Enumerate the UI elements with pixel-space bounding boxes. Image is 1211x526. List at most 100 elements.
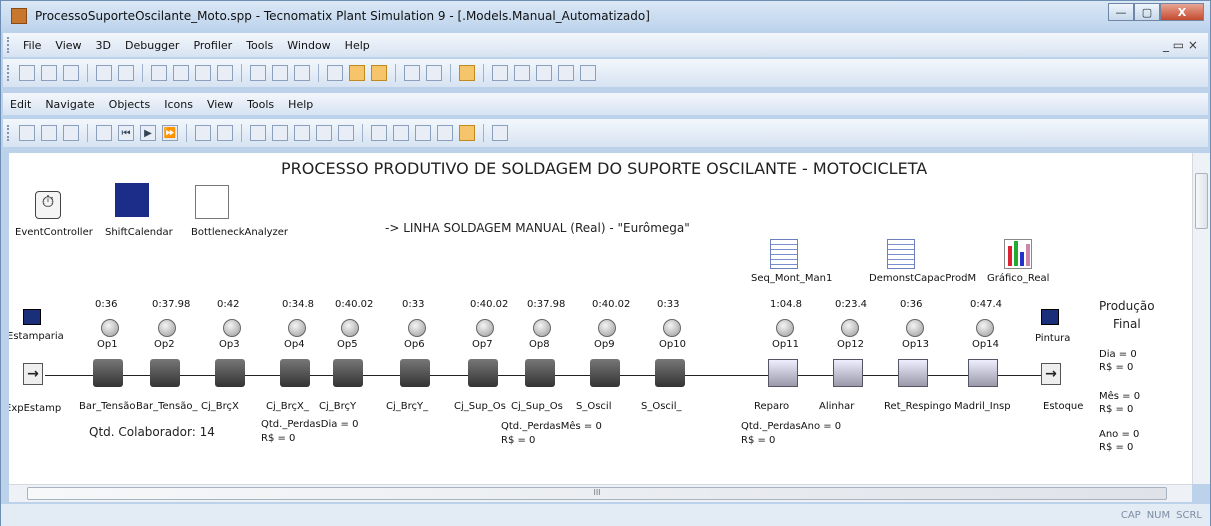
minimize-button[interactable]: — — [1108, 3, 1134, 21]
mdi-controls[interactable]: _ ▭ × — [1163, 38, 1198, 52]
chart-icon[interactable] — [580, 65, 596, 81]
close-button[interactable]: X — [1160, 3, 1204, 21]
play-icon[interactable]: ▶ — [140, 125, 156, 141]
seq-mont-table-icon[interactable] — [770, 239, 798, 269]
operator-icon[interactable] — [288, 319, 306, 337]
menu-icons[interactable]: Icons — [157, 98, 200, 111]
welding-station-icon[interactable] — [150, 359, 180, 387]
pintura-icon[interactable] — [1041, 309, 1059, 325]
operator-icon[interactable] — [906, 319, 924, 337]
menu-file[interactable]: File — [16, 39, 48, 52]
welding-station-icon[interactable] — [655, 359, 685, 387]
table-icon[interactable] — [558, 65, 574, 81]
welding-station-icon[interactable] — [400, 359, 430, 387]
help2-icon[interactable] — [492, 125, 508, 141]
open-icon[interactable] — [41, 65, 57, 81]
welding-station-icon[interactable] — [280, 359, 310, 387]
hand-icon[interactable] — [514, 65, 530, 81]
menu-help2[interactable]: Help — [281, 98, 320, 111]
tools-icon[interactable] — [536, 65, 552, 81]
path-icon[interactable] — [393, 125, 409, 141]
welding-station-icon[interactable] — [468, 359, 498, 387]
connect-mode-icon[interactable] — [459, 125, 475, 141]
vertical-scrollbar[interactable] — [1192, 153, 1210, 484]
snap-icon[interactable] — [294, 125, 310, 141]
machine-station-icon[interactable] — [833, 359, 863, 387]
menu-tools2[interactable]: Tools — [240, 98, 281, 111]
menu-view2[interactable]: View — [200, 98, 240, 111]
operator-icon[interactable] — [341, 319, 359, 337]
class-library-icon[interactable] — [151, 65, 167, 81]
menu-debugger[interactable]: Debugger — [118, 39, 186, 52]
clock-icon[interactable] — [327, 65, 343, 81]
zoom-in-icon[interactable] — [250, 125, 266, 141]
delete-icon[interactable] — [426, 65, 442, 81]
menu-profiler[interactable]: Profiler — [186, 39, 239, 52]
welding-station-icon[interactable] — [525, 359, 555, 387]
horizontal-scroll-thumb[interactable]: III — [27, 487, 1167, 500]
operator-icon[interactable] — [533, 319, 551, 337]
favorites-icon[interactable] — [217, 65, 233, 81]
exp-estamp-source[interactable]: → — [23, 363, 43, 385]
save-all-icon[interactable] — [118, 65, 134, 81]
menu-view[interactable]: View — [48, 39, 88, 52]
shift-calendar-icon[interactable] — [115, 183, 149, 217]
menu-tools[interactable]: Tools — [239, 39, 280, 52]
maximize-button[interactable]: ▢ — [1134, 3, 1160, 21]
operator-icon[interactable] — [663, 319, 681, 337]
menu-navigate[interactable]: Navigate — [38, 98, 101, 111]
machine-station-icon[interactable] — [768, 359, 798, 387]
machine-station-icon[interactable] — [898, 359, 928, 387]
menu-window[interactable]: Window — [280, 39, 337, 52]
lock-icon[interactable] — [316, 125, 332, 141]
operator-icon[interactable] — [841, 319, 859, 337]
zoom-out-icon[interactable] — [272, 125, 288, 141]
estoque-drain[interactable]: → — [1041, 363, 1061, 385]
toolbox-icon[interactable] — [173, 65, 189, 81]
menu-objects[interactable]: Objects — [102, 98, 158, 111]
step-icon[interactable] — [371, 65, 387, 81]
event-debug-icon[interactable] — [349, 65, 365, 81]
grid-icon[interactable] — [404, 65, 420, 81]
network-icon[interactable] — [272, 65, 288, 81]
comment-icon[interactable] — [415, 125, 431, 141]
grid2-icon[interactable] — [437, 125, 453, 141]
welding-station-icon[interactable] — [333, 359, 363, 387]
welding-station-icon[interactable] — [590, 359, 620, 387]
reset-icon[interactable]: ⏮ — [118, 125, 134, 141]
grafico-real-chart-icon[interactable] — [1004, 239, 1032, 269]
console-icon[interactable] — [195, 65, 211, 81]
new-icon[interactable] — [19, 65, 35, 81]
fast-forward-icon[interactable]: ⏩ — [162, 125, 178, 141]
connector-icon[interactable] — [371, 125, 387, 141]
book-icon[interactable] — [250, 65, 266, 81]
operator-icon[interactable] — [976, 319, 994, 337]
home-icon[interactable] — [63, 125, 79, 141]
timer-icon[interactable] — [96, 125, 112, 141]
machine-station-icon[interactable] — [968, 359, 998, 387]
menu-help[interactable]: Help — [338, 39, 377, 52]
vertical-scroll-thumb[interactable] — [1195, 173, 1208, 229]
operator-icon[interactable] — [223, 319, 241, 337]
bottleneck-analyzer-icon[interactable] — [195, 185, 229, 219]
operator-icon[interactable] — [476, 319, 494, 337]
open-folder-icon[interactable] — [63, 65, 79, 81]
pen-icon[interactable] — [338, 125, 354, 141]
welding-station-icon[interactable] — [93, 359, 123, 387]
operator-icon[interactable] — [101, 319, 119, 337]
estamparia-icon[interactable] — [23, 309, 41, 325]
operator-icon[interactable] — [598, 319, 616, 337]
window-icon[interactable] — [459, 65, 475, 81]
model-canvas[interactable]: PROCESSO PRODUTIVO DE SOLDAGEM DO SUPORT… — [9, 153, 1192, 484]
operator-icon[interactable] — [776, 319, 794, 337]
welding-station-icon[interactable] — [215, 359, 245, 387]
help-icon[interactable] — [294, 65, 310, 81]
save-icon[interactable] — [96, 65, 112, 81]
paint-icon[interactable] — [217, 125, 233, 141]
binoculars-icon[interactable] — [19, 125, 35, 141]
demonst-capac-table-icon[interactable] — [887, 239, 915, 269]
trash-icon[interactable] — [195, 125, 211, 141]
neural-icon[interactable] — [492, 65, 508, 81]
operator-icon[interactable] — [408, 319, 426, 337]
up-icon[interactable] — [41, 125, 57, 141]
